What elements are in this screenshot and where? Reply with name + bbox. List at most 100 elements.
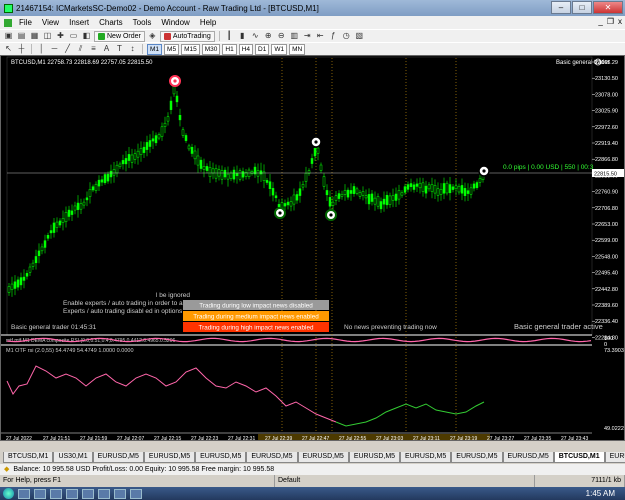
tab-chart-8[interactable]: EURUSD,M5 bbox=[400, 452, 452, 463]
candle-body bbox=[127, 154, 131, 161]
standard-toolbar: ▣ ▤ ▦ ◫ ✚ ▭ ◧ New Order ◈ AutoTrading ┃ … bbox=[0, 29, 625, 42]
tab-chart-1[interactable]: US30,M1 bbox=[53, 452, 93, 463]
text-icon[interactable]: A bbox=[101, 44, 112, 54]
candle-body bbox=[100, 179, 104, 183]
timeframe-m15[interactable]: M15 bbox=[181, 43, 200, 55]
market-watch-icon[interactable]: ▦ bbox=[29, 31, 40, 41]
candle-body bbox=[52, 222, 56, 233]
tab-chart-5[interactable]: EURUSD,M5 bbox=[246, 452, 298, 463]
candle-body bbox=[61, 218, 65, 223]
candle-body bbox=[451, 186, 455, 190]
tab-chart-4[interactable]: EURUSD,M5 bbox=[195, 452, 247, 463]
tab-chart-0[interactable]: BTCUSD,M1 bbox=[3, 452, 54, 463]
candle-body bbox=[418, 182, 422, 189]
swing-low-marker-1-dot bbox=[278, 211, 282, 215]
equidistant-channel-icon[interactable]: ⫽ bbox=[75, 44, 86, 54]
zoom-out-icon[interactable]: ⊖ bbox=[276, 31, 287, 41]
taskbar-media-icon[interactable] bbox=[98, 488, 110, 499]
tab-chart-2[interactable]: EURUSD,M5 bbox=[92, 452, 144, 463]
candle-body bbox=[367, 194, 371, 205]
menu-window[interactable]: Window bbox=[156, 18, 194, 27]
maximize-button[interactable]: □ bbox=[572, 1, 592, 14]
mdi-close-button[interactable]: x bbox=[618, 17, 622, 26]
high-impact-news-label: Trading during high impact news enabled bbox=[199, 325, 314, 332]
templates-icon[interactable]: ▧ bbox=[354, 31, 365, 41]
candle-body bbox=[235, 173, 239, 177]
line-chart-icon[interactable]: ∿ bbox=[250, 31, 261, 41]
chart-window[interactable]: BTCUSD,M1 22758.73 22818.69 22757.05 228… bbox=[0, 55, 625, 441]
horizontal-line-icon[interactable]: ─ bbox=[49, 44, 60, 54]
price-axis-label: 22336.40 bbox=[595, 319, 618, 325]
time-axis-label: 27 Jul 2022 bbox=[6, 436, 32, 441]
price-axis-label: 23025.90 bbox=[595, 109, 618, 115]
terminal-icon[interactable]: ▭ bbox=[68, 31, 79, 41]
taskbar-app-icon[interactable] bbox=[50, 488, 62, 499]
close-button[interactable]: ✕ bbox=[593, 1, 623, 14]
tab-chart-6[interactable]: EURUSD,M5 bbox=[297, 452, 349, 463]
tab-chart-12[interactable]: EURUSD,M1 bbox=[604, 452, 625, 463]
taskbar-mt4-icon[interactable] bbox=[130, 488, 142, 499]
navigator-icon[interactable]: ✚ bbox=[55, 31, 66, 41]
indicators-icon[interactable]: ƒ bbox=[328, 31, 339, 41]
text-label-icon[interactable]: T bbox=[114, 44, 125, 54]
taskbar-explorer-icon[interactable] bbox=[18, 488, 30, 499]
vertical-line-icon[interactable]: │ bbox=[36, 44, 47, 54]
menu-insert[interactable]: Insert bbox=[64, 18, 94, 27]
cursor-icon[interactable]: ↖ bbox=[3, 44, 14, 54]
candle-body bbox=[64, 212, 68, 222]
menu-charts[interactable]: Charts bbox=[94, 18, 128, 27]
fibonacci-icon[interactable]: ≡ bbox=[88, 44, 99, 54]
menu-help[interactable]: Help bbox=[195, 18, 221, 27]
tab-chart-3[interactable]: EURUSD,M5 bbox=[143, 452, 196, 463]
timeframe-h4[interactable]: H4 bbox=[238, 43, 253, 55]
metaeditor-icon[interactable]: ◈ bbox=[147, 31, 158, 41]
autoscroll-icon[interactable]: ⇥ bbox=[302, 31, 313, 41]
profiles-icon[interactable]: ▤ bbox=[16, 31, 27, 41]
strategy-tester-icon[interactable]: ◧ bbox=[81, 31, 92, 41]
price-chart[interactable]: BTCUSD,M1 22758.73 22818.69 22757.05 228… bbox=[1, 56, 625, 441]
candlestick-icon[interactable]: ▮ bbox=[237, 31, 248, 41]
candle-body bbox=[469, 187, 473, 195]
chart-shift-icon[interactable]: ⇤ bbox=[315, 31, 326, 41]
taskbar-folder-icon[interactable] bbox=[82, 488, 94, 499]
mdi-restore-button[interactable]: ❐ bbox=[607, 17, 614, 26]
mdi-minimize-button[interactable]: _ bbox=[598, 17, 602, 26]
chart-window-icon[interactable] bbox=[4, 18, 12, 27]
tab-chart-7[interactable]: EURUSD,M5 bbox=[348, 452, 401, 463]
menu-tools[interactable]: Tools bbox=[128, 18, 157, 27]
arrows-icon[interactable]: ↕ bbox=[127, 44, 138, 54]
data-window-icon[interactable]: ◫ bbox=[42, 31, 53, 41]
zoom-in-icon[interactable]: ⊕ bbox=[263, 31, 274, 41]
timeframe-mn[interactable]: MN bbox=[289, 43, 306, 55]
minimize-button[interactable]: – bbox=[551, 1, 571, 14]
info-line-2: Enable experts / auto trading in order t… bbox=[63, 300, 194, 307]
taskbar-terminal-icon[interactable] bbox=[66, 488, 78, 499]
bar-chart-icon[interactable]: ┃ bbox=[224, 31, 235, 41]
candle-body bbox=[310, 158, 314, 164]
trendline-icon[interactable]: ╱ bbox=[62, 44, 73, 54]
tab-chart-11[interactable]: BTCUSD,M1 bbox=[553, 452, 605, 463]
start-button[interactable] bbox=[3, 488, 14, 499]
menu-view[interactable]: View bbox=[37, 18, 64, 27]
candle-body bbox=[226, 173, 230, 180]
autotrading-button[interactable]: AutoTrading bbox=[159, 30, 215, 42]
timeframe-m30[interactable]: M30 bbox=[201, 43, 221, 55]
new-order-button[interactable]: New Order bbox=[94, 30, 145, 42]
timeframe-d1[interactable]: D1 bbox=[255, 43, 270, 55]
candle-body bbox=[169, 100, 173, 110]
crosshair-icon[interactable]: ┼ bbox=[16, 44, 27, 54]
timeframe-m1[interactable]: M1 bbox=[147, 43, 163, 55]
taskbar-chrome-icon[interactable] bbox=[114, 488, 126, 499]
tile-windows-icon[interactable]: ▥ bbox=[289, 31, 300, 41]
candle-body bbox=[43, 240, 47, 248]
menu-file[interactable]: File bbox=[14, 18, 37, 27]
timeframe-w1[interactable]: W1 bbox=[271, 43, 288, 55]
tab-chart-10[interactable]: EURUSD,M5 bbox=[502, 452, 554, 463]
tab-chart-9[interactable]: EURUSD,M5 bbox=[451, 452, 503, 463]
new-chart-icon[interactable]: ▣ bbox=[3, 31, 14, 41]
timeframe-h1[interactable]: H1 bbox=[222, 43, 237, 55]
timeframe-m5[interactable]: M5 bbox=[164, 43, 180, 55]
taskbar-browser-icon[interactable] bbox=[34, 488, 46, 499]
periods-icon[interactable]: ◷ bbox=[341, 31, 352, 41]
candle-body bbox=[385, 195, 389, 206]
